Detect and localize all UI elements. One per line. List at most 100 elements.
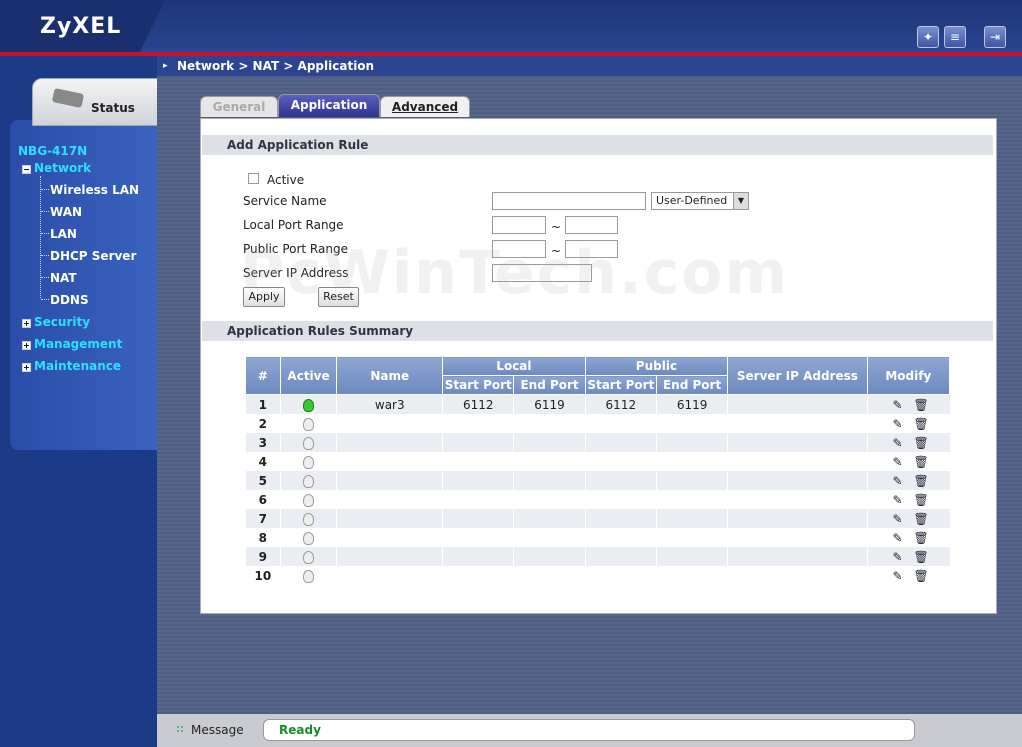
expand-icon[interactable]: +	[22, 341, 31, 350]
row-local-start	[442, 471, 514, 490]
row-active	[279, 433, 337, 452]
expand-icon[interactable]: +	[22, 319, 31, 328]
sidebar-item-maintenance[interactable]: Maintenance	[34, 359, 121, 373]
edit-icon[interactable]: ✎	[892, 437, 904, 449]
row-public-start	[584, 509, 657, 528]
sidebar-item-wan[interactable]: WAN	[50, 205, 82, 219]
sidebar-item-ddns[interactable]: DDNS	[50, 293, 89, 307]
edit-icon[interactable]: ✎	[892, 532, 904, 544]
trash-icon[interactable]: 🗑	[914, 437, 929, 449]
col-num: #	[245, 356, 281, 395]
sidebar-item-management[interactable]: Management	[34, 337, 122, 351]
logout-help-icon[interactable]: ≡	[944, 26, 966, 48]
row-server-ip	[727, 509, 868, 528]
expand-icon[interactable]: +	[22, 363, 31, 372]
row-active	[279, 452, 337, 471]
tab-application[interactable]: Application	[278, 94, 380, 117]
sidebar-item-security[interactable]: Security	[34, 315, 90, 329]
row-modify: ✎ 🗑	[866, 414, 950, 433]
device-model: NBG-417N	[18, 144, 88, 158]
row-server-ip	[727, 394, 868, 414]
status-label: Status	[91, 101, 135, 115]
row-local-start	[442, 509, 514, 528]
row-public-start	[584, 490, 657, 509]
row-server-ip	[727, 452, 868, 471]
edit-icon[interactable]: ✎	[892, 475, 904, 487]
server-ip-input[interactable]	[492, 264, 592, 282]
service-name-input[interactable]	[492, 192, 646, 210]
sidebar-item-nat[interactable]: NAT	[50, 271, 77, 285]
public-start-port-input[interactable]	[492, 240, 546, 258]
row-name: war3	[336, 394, 443, 414]
service-select[interactable]: User-Defined ▼	[651, 192, 749, 210]
table-row: 2 ✎ 🗑	[245, 414, 950, 433]
edit-icon[interactable]: ✎	[892, 570, 904, 582]
row-local-start	[442, 547, 514, 566]
trash-icon[interactable]: 🗑	[914, 399, 929, 411]
row-local-end	[513, 414, 586, 433]
active-checkbox[interactable]	[248, 173, 259, 184]
reset-button[interactable]: Reset	[318, 287, 359, 307]
row-public-end	[655, 528, 728, 547]
row-number: 8	[245, 528, 281, 547]
row-active	[279, 547, 337, 566]
row-active	[279, 490, 337, 509]
trash-icon[interactable]: 🗑	[914, 570, 929, 582]
collapse-icon[interactable]: −	[22, 165, 31, 174]
tree-line	[40, 176, 42, 298]
row-number: 6	[245, 490, 281, 509]
row-modify: ✎ 🗑	[866, 452, 950, 471]
sidebar-item-lan[interactable]: LAN	[50, 227, 77, 241]
row-name	[336, 433, 443, 452]
trash-icon[interactable]: 🗑	[914, 532, 929, 544]
status-tab[interactable]: Status	[32, 78, 158, 126]
col-local: Local	[442, 356, 586, 376]
local-start-port-input[interactable]	[492, 216, 546, 234]
row-server-ip	[727, 414, 868, 433]
row-name	[336, 490, 443, 509]
row-name	[336, 566, 443, 585]
edit-icon[interactable]: ✎	[892, 513, 904, 525]
local-port-label: Local Port Range	[243, 218, 344, 232]
trash-icon[interactable]: 🗑	[914, 494, 929, 506]
row-public-end	[655, 509, 728, 528]
row-modify: ✎ 🗑	[866, 433, 950, 452]
trash-icon[interactable]: 🗑	[914, 456, 929, 468]
trash-icon[interactable]: 🗑	[914, 475, 929, 487]
row-local-end	[513, 566, 586, 585]
trash-icon[interactable]: 🗑	[914, 418, 929, 430]
sidebar-item-network[interactable]: Network	[34, 161, 91, 175]
sidebar-item-dhcp-server[interactable]: DHCP Server	[50, 249, 136, 263]
trash-icon[interactable]: 🗑	[914, 551, 929, 563]
public-end-port-input[interactable]	[565, 240, 618, 258]
row-public-end	[655, 414, 728, 433]
local-end-port-input[interactable]	[565, 216, 618, 234]
edit-icon[interactable]: ✎	[892, 494, 904, 506]
table-row: 5 ✎ 🗑	[245, 471, 950, 490]
col-public-end: End Port	[655, 375, 729, 395]
row-local-end	[513, 452, 586, 471]
row-public-end	[655, 490, 728, 509]
trash-icon[interactable]: 🗑	[914, 513, 929, 525]
tab-advanced[interactable]: Advanced	[380, 96, 470, 117]
apply-button[interactable]: Apply	[243, 287, 285, 307]
row-server-ip	[727, 528, 868, 547]
sidebar-item-wireless-lan[interactable]: Wireless LAN	[50, 183, 139, 197]
wizard-icon[interactable]: ✦	[917, 26, 939, 48]
table-row: 6 ✎ 🗑	[245, 490, 950, 509]
edit-icon[interactable]: ✎	[892, 551, 904, 563]
table-row: 7 ✎ 🗑	[245, 509, 950, 528]
row-local-start	[442, 490, 514, 509]
edit-icon[interactable]: ✎	[892, 399, 904, 411]
col-name: Name	[336, 356, 444, 395]
bulb-off-icon	[303, 531, 315, 545]
tab-general[interactable]: General	[200, 96, 278, 117]
logout-icon[interactable]: ⇥	[984, 26, 1006, 48]
col-local-end: End Port	[513, 375, 586, 395]
edit-icon[interactable]: ✎	[892, 418, 904, 430]
edit-icon[interactable]: ✎	[892, 456, 904, 468]
row-local-end	[513, 490, 586, 509]
row-public-start	[584, 528, 657, 547]
bulb-off-icon	[303, 569, 315, 583]
rules-table: # Active Name Local Public Server IP Add…	[245, 356, 951, 585]
